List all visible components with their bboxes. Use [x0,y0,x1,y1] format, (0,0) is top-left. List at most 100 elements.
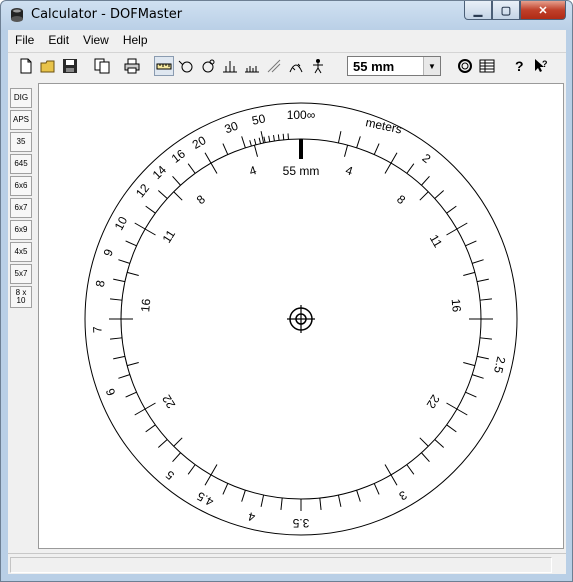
format-button-8x10[interactable]: 8 x 10 [10,286,32,308]
format-button-645[interactable]: 645 [10,154,32,174]
distance-tick [406,464,415,475]
aperture-tick [253,145,259,157]
distance-label: 16 [169,146,188,165]
aperture-tick [210,464,218,476]
distance-tick [319,497,322,511]
distance-tick [109,337,123,340]
svg-text:?: ? [515,58,524,74]
distance-tick [157,190,168,199]
format-button-6x9[interactable]: 6x9 [10,220,32,240]
format-button-35[interactable]: 35 [10,132,32,152]
distance-tick [222,143,229,155]
aperture-tick [419,437,429,447]
unit-label: meters [364,115,403,136]
focal-length-select[interactable]: 55 mm ▼ [347,56,441,76]
distance-tick [260,131,265,144]
distance-label: 30 [223,118,241,136]
distance-tick [280,497,283,511]
ruler-scale-icon[interactable] [154,56,174,76]
context-help-icon[interactable]: ? [531,56,551,76]
minimize-button[interactable]: ▁ [464,1,492,20]
distance-tick [241,490,246,502]
maximize-button[interactable]: ▢ [492,1,520,20]
menu-bar: File Edit View Help [8,30,566,50]
aperture-tick [463,361,475,367]
distance-label: 50 [251,111,267,128]
aperture-label: 22 [159,392,178,411]
distance-tick [373,483,380,495]
format-button-5x7[interactable]: 5x7 [10,264,32,284]
distance-tick [472,374,484,379]
distance-tick [187,163,196,174]
distance-tick [421,452,430,463]
hyperfocal-icon[interactable] [264,56,284,76]
aperture-label: 16 [449,298,464,313]
menu-view[interactable]: View [76,30,116,50]
aperture-tick [144,228,156,236]
toolbar: 55 mm ▼ ? ? [8,52,566,81]
aperture-label: 22 [424,392,443,411]
distance-tick [356,490,361,502]
dof-calculator-dial[interactable]: 100∞ 50 30 20 16 14 12 10 9 8 7 6 5 4.5 4 3.5 3 2.5 2 4488… [38,83,564,549]
table-view-icon[interactable] [477,56,497,76]
fine-distance-tick [282,133,285,140]
distance-label: 4.5 [194,489,216,509]
distance-tick [406,163,415,174]
distance-label: 10 [112,214,131,233]
print-icon[interactable] [122,56,142,76]
distance-tick [125,240,137,247]
menu-help[interactable]: Help [116,30,155,50]
fine-distance-tick [253,138,257,145]
person-scale-icon[interactable] [308,56,328,76]
open-folder-icon[interactable] [38,56,58,76]
aperture-label: 11 [160,227,179,245]
distance-label: 3 [396,488,409,504]
format-button-aps[interactable]: APS [10,110,32,130]
menu-edit[interactable]: Edit [41,30,76,50]
aperture-label: 16 [138,298,153,313]
distance-label: 6 [103,386,119,398]
distance-tick [109,298,123,301]
distance-label: 7 [90,326,104,334]
distance-tick [134,222,146,230]
distance-label: 2 [420,151,434,166]
fine-distance-tick [258,137,261,144]
distance-tick [476,355,489,360]
aperture-label: 11 [427,232,446,250]
new-file-icon[interactable] [16,56,36,76]
tick-scale-icon[interactable] [242,56,262,76]
fine-distance-tick [277,134,280,141]
distance-label: 9 [101,247,117,258]
format-sidebar: DIG APS 35 645 6x6 6x7 6x9 4x5 5x7 8 x 1… [10,88,34,310]
focus-circle-icon[interactable] [176,56,196,76]
format-button-dig[interactable]: DIG [10,88,32,108]
close-button[interactable]: ✕ [520,1,566,20]
menu-file[interactable]: File [8,30,41,50]
distance-tick [204,474,212,486]
copy-icon[interactable] [92,56,112,76]
save-icon[interactable] [60,56,80,76]
distance-tick [260,494,265,507]
window-title: Calculator - DOFMaster [31,7,183,22]
format-button-4x5[interactable]: 4x5 [10,242,32,262]
format-button-6x6[interactable]: 6x6 [10,176,32,196]
focus-index-pointer [299,139,303,159]
help-icon[interactable]: ? [509,56,529,76]
crosshair-center-icon[interactable] [287,305,315,333]
distance-tick [337,131,342,144]
aperture-label: 8 [394,192,408,207]
focus-ring-icon[interactable] [198,56,218,76]
dof-dial-svg[interactable]: 100∞50302016141210987654.54 3.532.52 4 48 8… [39,84,563,548]
format-button-6x7[interactable]: 6x7 [10,198,32,218]
distance-tick [456,408,468,416]
distance-tick [172,175,181,186]
distance-tick [204,152,212,164]
distance-tick [113,278,126,283]
lens-ring-icon[interactable] [455,56,475,76]
arc-scale-icon[interactable] [286,56,306,76]
distance-tick [145,205,156,214]
depth-scale-icon[interactable] [220,56,240,76]
chevron-down-icon[interactable]: ▼ [423,57,440,75]
camera-lens-app-icon [11,8,23,22]
title-bar[interactable]: Calculator - DOFMaster ▁ ▢ ✕ [1,1,572,29]
